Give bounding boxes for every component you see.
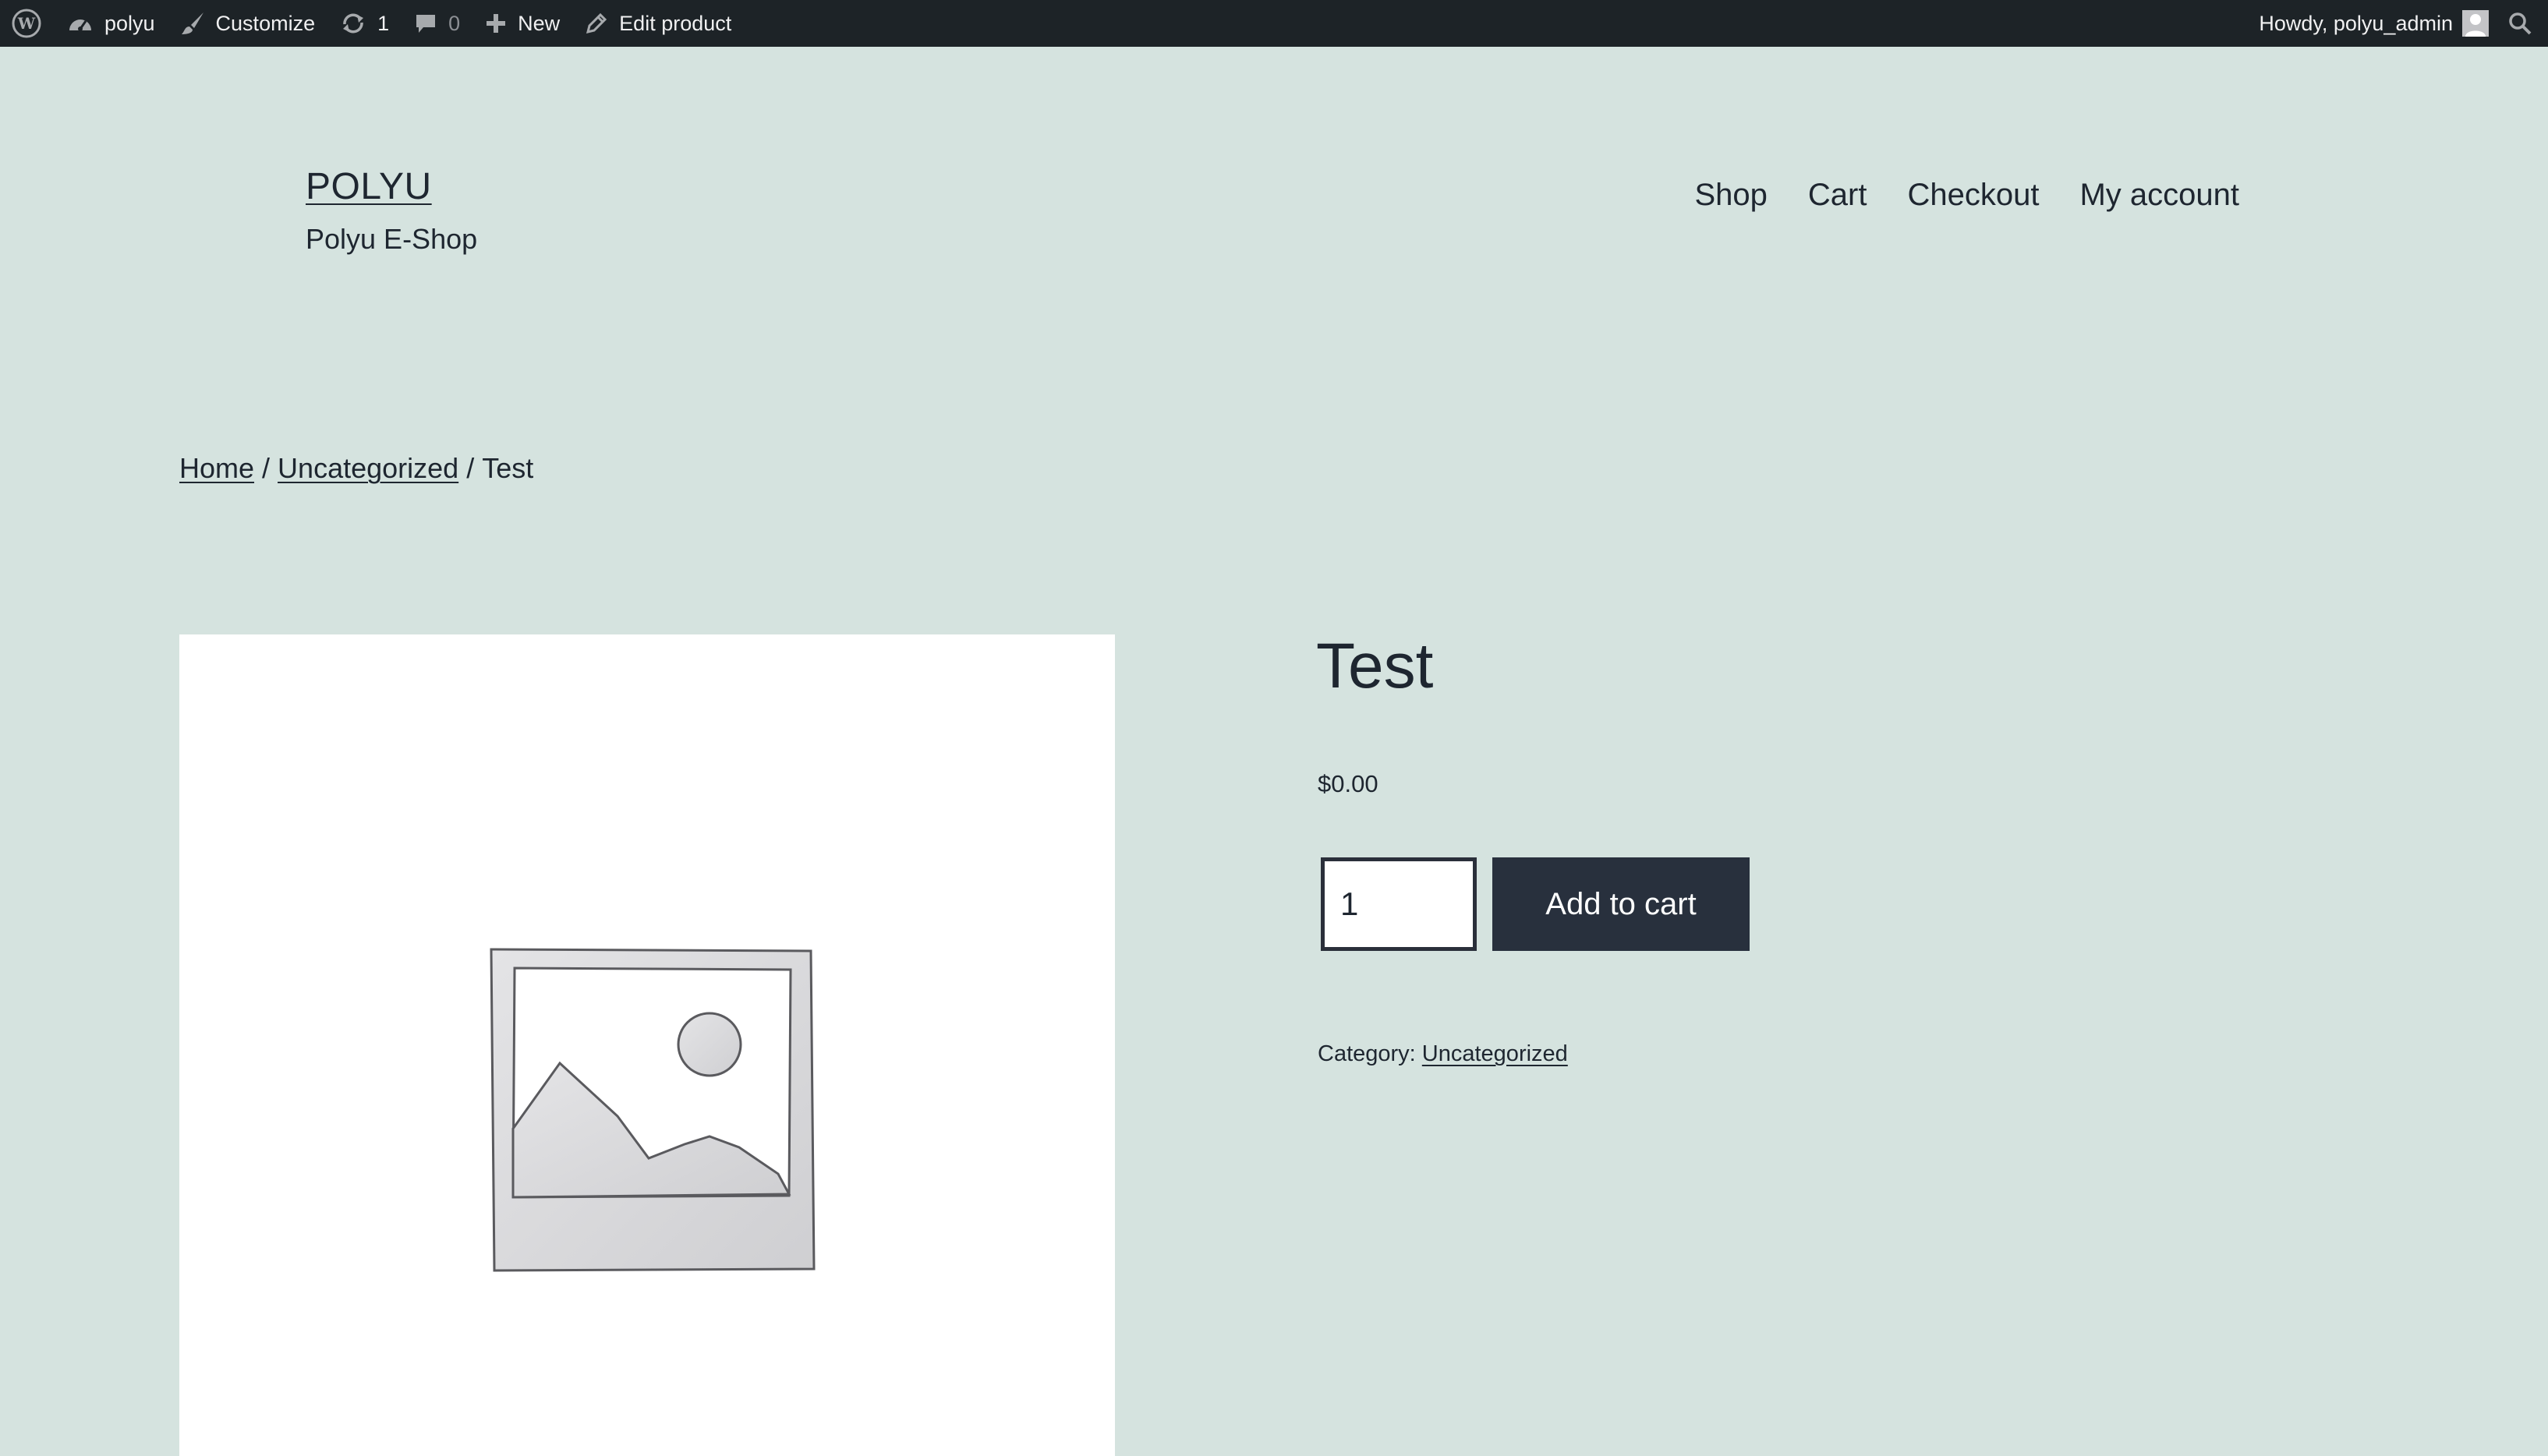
category-label: Category: (1318, 1041, 1416, 1066)
customize-label: Customize (215, 11, 316, 35)
breadcrumb-home-link[interactable]: Home (179, 452, 254, 484)
site-title-link[interactable]: POLYU (306, 165, 432, 208)
breadcrumb-category-link[interactable]: Uncategorized (278, 452, 458, 484)
comment-icon (414, 12, 437, 35)
product-meta: Category: Uncategorized (1318, 1041, 1568, 1067)
breadcrumb-separator: / (262, 452, 271, 484)
dashboard-icon (67, 12, 94, 35)
edit-product-link[interactable]: Edit product (572, 0, 744, 47)
category-link[interactable]: Uncategorized (1422, 1041, 1568, 1066)
site-tagline: Polyu E-Shop (306, 223, 478, 255)
add-to-cart-button[interactable]: Add to cart (1492, 857, 1750, 951)
howdy-greeting: Howdy, polyu_admin (2259, 11, 2453, 35)
brush-icon (180, 11, 205, 36)
comments-count: 0 (448, 11, 461, 35)
nav-item-my-account[interactable]: My account (2079, 178, 2239, 213)
admin-bar: W polyu Customize 1 0 New Edit product H… (0, 0, 2548, 47)
svg-text:W: W (17, 14, 36, 33)
search-icon (2507, 11, 2532, 36)
updates-link[interactable]: 1 (327, 0, 402, 47)
nav-item-cart[interactable]: Cart (1808, 178, 1867, 213)
new-label: New (518, 11, 561, 35)
breadcrumb-separator: / (466, 452, 475, 484)
search-button[interactable] (2493, 0, 2548, 47)
new-content-menu[interactable]: New (472, 0, 572, 47)
updates-count: 1 (377, 11, 390, 35)
quantity-input[interactable] (1321, 857, 1477, 951)
edit-product-label: Edit product (619, 11, 732, 35)
breadcrumb-current: Test (482, 452, 534, 484)
customize-link[interactable]: Customize (168, 0, 328, 47)
comments-link[interactable]: 0 (402, 0, 472, 47)
admin-bar-secondary: Howdy, polyu_admin (2246, 0, 2548, 47)
breadcrumb: Home / Uncategorized / Test (179, 452, 533, 485)
product-title: Test (1316, 631, 1434, 701)
site-name-menu[interactable]: polyu (55, 0, 168, 47)
placeholder-image-icon (485, 943, 820, 1282)
my-account-menu[interactable]: Howdy, polyu_admin (2246, 0, 2493, 47)
plus-icon (485, 12, 507, 34)
updates-icon (340, 12, 366, 35)
primary-navigation: Shop Cart Checkout My account (1694, 178, 2239, 213)
product-price: $0.00 (1318, 770, 1378, 797)
wordpress-menu[interactable]: W (0, 0, 55, 47)
nav-item-shop[interactable]: Shop (1694, 178, 1767, 213)
wordpress-icon: W (11, 8, 42, 39)
nav-item-checkout[interactable]: Checkout (1907, 178, 2039, 213)
site-name-label: polyu (104, 11, 155, 35)
pencil-icon (585, 12, 608, 35)
user-avatar-icon (2462, 10, 2489, 37)
